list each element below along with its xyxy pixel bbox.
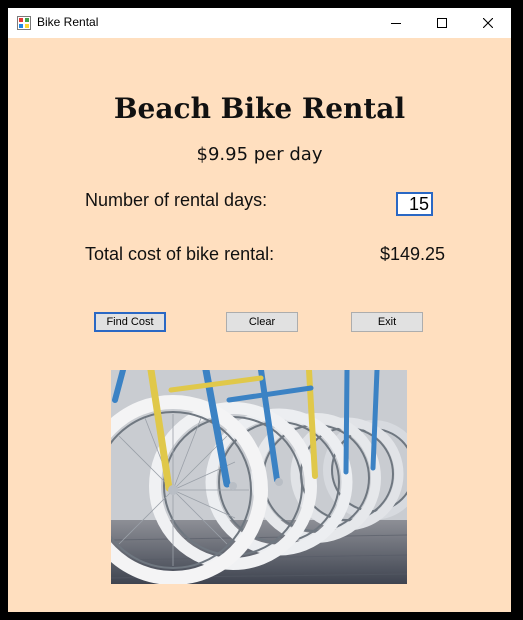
form-app-icon [17, 16, 31, 30]
exit-button[interactable]: Exit [351, 312, 423, 332]
price-per-day-label: $9.95 per day [196, 144, 323, 165]
find-cost-button[interactable]: Find Cost [94, 312, 166, 332]
rental-days-label: Number of rental days: [85, 190, 268, 210]
minimize-button[interactable] [373, 8, 419, 38]
title-bar[interactable]: Bike Rental [8, 8, 511, 38]
page-title: Beach Bike Rental [113, 92, 406, 125]
close-button[interactable] [465, 8, 511, 38]
window-title: Bike Rental [37, 15, 99, 29]
rental-days-input[interactable] [396, 192, 433, 216]
total-cost-value: $149.25 [380, 244, 446, 264]
close-icon [483, 18, 493, 28]
total-cost-label: Total cost of bike rental: [85, 244, 275, 264]
row-of-bicycles-photo [111, 370, 407, 584]
minimize-icon [391, 23, 401, 24]
form-client-area: Beach Bike Rental $9.95 per day Number o… [8, 38, 511, 612]
clear-button[interactable]: Clear [226, 312, 298, 332]
maximize-button[interactable] [419, 8, 465, 38]
app-window: Bike Rental Beach Bike Rental $9.95 per … [8, 8, 511, 612]
bikes-picture [111, 370, 407, 584]
maximize-icon [437, 18, 447, 28]
